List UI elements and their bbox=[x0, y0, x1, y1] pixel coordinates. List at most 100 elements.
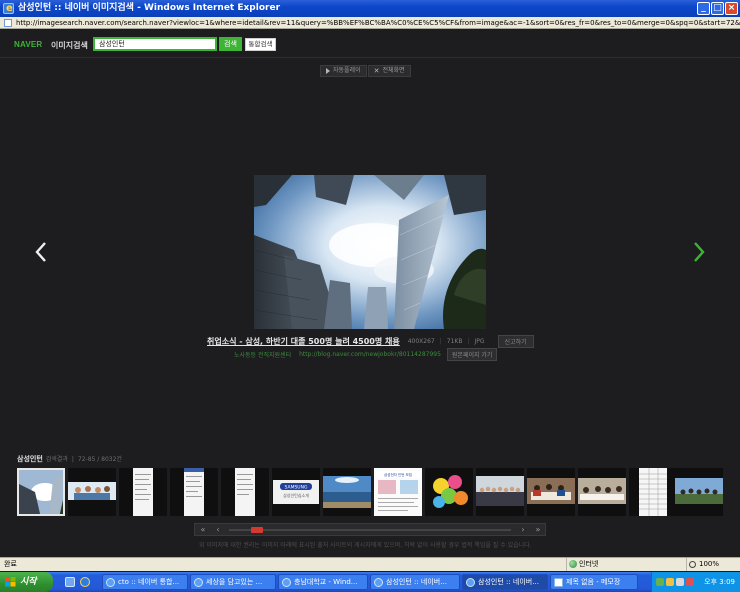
thumbnail-item[interactable] bbox=[629, 468, 677, 516]
browser-window: 삼성인턴 :: 네이버 이미지검색 - Windows Internet Exp… bbox=[0, 0, 740, 592]
viewer-toolbar: 자동플레이 ✕ 전체화면 bbox=[320, 65, 412, 77]
image-source: 노사동등 전직지원센터 http://blog.naver.com/newjob… bbox=[234, 348, 498, 361]
fullscreen-label: 전체화면 bbox=[382, 67, 405, 74]
thumbnail-image: 삼성전자 인턴 모집 bbox=[374, 468, 422, 516]
separator: | bbox=[71, 456, 74, 463]
taskbar-item[interactable]: 제목 없음 - 메모장 bbox=[550, 574, 638, 590]
previous-arrow-icon[interactable] bbox=[34, 240, 48, 264]
ie-icon bbox=[466, 578, 475, 587]
thumbnail-image: SAMSUNG삼성인턴십소개 bbox=[272, 468, 320, 516]
separator: | bbox=[439, 338, 442, 345]
search-button[interactable]: 검색 bbox=[219, 37, 242, 51]
samsung-thumb-caption: 삼성인턴십소개 bbox=[283, 492, 309, 498]
source-url-link[interactable]: http://blog.naver.com/newjobokr/80114287… bbox=[299, 351, 441, 358]
thumbnail-query: 삼성인턴 bbox=[17, 455, 43, 463]
pager-track[interactable] bbox=[229, 529, 511, 531]
thumbnail-item[interactable] bbox=[425, 468, 473, 516]
naver-header: NAVER 이미지검색 삼성인턴 검색 통합검색 bbox=[0, 30, 740, 58]
image-caption: 취업소식 - 삼성, 하반기 대졸 500명 늘려 4500명 채용 400X2… bbox=[207, 335, 534, 348]
image-filesize: 71KB bbox=[446, 338, 463, 345]
clock: 오후 3:09 bbox=[704, 578, 735, 586]
start-label: 시작 bbox=[20, 577, 37, 587]
thumbnail-strip: SAMSUNG 삼성인턴십소개 삼성전자 인턴 모집 bbox=[17, 468, 723, 516]
thumbnail-image bbox=[119, 468, 167, 516]
report-button[interactable]: 신고하기 bbox=[497, 335, 534, 348]
thumbnail-item[interactable] bbox=[119, 468, 167, 516]
thumbnail-item[interactable] bbox=[675, 468, 723, 516]
result-count: 72-85 / 8032건 bbox=[77, 456, 122, 463]
search-input[interactable]: 삼성인턴 bbox=[93, 37, 217, 51]
samsung-sub-caption: 삼성전자 인턴 모집 bbox=[384, 472, 412, 477]
go-original-button[interactable]: 원본페이지 가기 bbox=[446, 348, 498, 361]
taskbar-item-label: 삼성인턴 :: 네이버... bbox=[478, 578, 539, 586]
taskbar-item[interactable]: 세상을 담고있는 ... bbox=[190, 574, 276, 590]
pager-handle[interactable] bbox=[250, 527, 263, 533]
taskbar-item[interactable]: 충남대학교 - Wind... bbox=[278, 574, 368, 590]
page-content: NAVER 이미지검색 삼성인턴 검색 통합검색 자동플레이 ✕ 전체화면 취업… bbox=[0, 30, 740, 557]
thumbnail-item[interactable] bbox=[527, 468, 575, 516]
volume-icon[interactable] bbox=[676, 578, 684, 586]
title-bar: 삼성인턴 :: 네이버 이미지검색 - Windows Internet Exp… bbox=[0, 0, 740, 17]
minimize-button[interactable]: _ bbox=[697, 2, 710, 15]
thumbnail-header: 삼성인턴 검색결과 | 72-85 / 8032건 bbox=[17, 454, 122, 464]
thumbnail-item[interactable]: SAMSUNG 삼성인턴십소개 bbox=[272, 468, 320, 516]
source-name-link[interactable]: 노사동등 전직지원센터 bbox=[234, 350, 291, 359]
system-tray: 오후 3:09 bbox=[651, 572, 740, 592]
thumbnail-item[interactable] bbox=[170, 468, 218, 516]
last-page-icon[interactable]: » bbox=[532, 525, 544, 535]
taskbar-item-label: cto :: 네이버 통합... bbox=[118, 578, 180, 586]
thumbnail-item[interactable] bbox=[323, 468, 371, 516]
ie-icon bbox=[194, 578, 203, 587]
autoplay-label: 자동플레이 bbox=[333, 67, 361, 74]
thumbnail-image bbox=[629, 468, 677, 516]
taskbar-item-active[interactable]: 삼성인턴 :: 네이버... bbox=[462, 574, 548, 590]
close-button[interactable]: × bbox=[725, 2, 738, 15]
next-page-icon[interactable]: › bbox=[517, 525, 529, 535]
security-zone: 인터넷 bbox=[566, 558, 686, 571]
zoom-level: 100% bbox=[699, 560, 720, 568]
thumbnail-pager: « ‹ › » bbox=[194, 523, 546, 536]
prev-page-icon[interactable]: ‹ bbox=[212, 525, 224, 535]
fullscreen-button[interactable]: ✕ 전체화면 bbox=[367, 65, 411, 77]
thumbnail-image bbox=[170, 468, 218, 516]
next-arrow-icon[interactable] bbox=[692, 240, 706, 264]
play-icon bbox=[326, 68, 330, 74]
thumbnail-item[interactable]: 삼성전자 인턴 모집 bbox=[374, 468, 422, 516]
windows-flag-icon bbox=[5, 577, 16, 587]
thumbnail-item[interactable] bbox=[476, 468, 524, 516]
taskbar-item-label: 충남대학교 - Wind... bbox=[294, 578, 358, 586]
image-title-link[interactable]: 취업소식 - 삼성, 하반기 대졸 500명 늘려 4500명 채용 bbox=[207, 336, 400, 347]
zone-label: 인터넷 bbox=[579, 560, 599, 568]
address-bar[interactable]: http://imagesearch.naver.com/search.nave… bbox=[0, 17, 740, 29]
thumbnail-item[interactable] bbox=[578, 468, 626, 516]
thumbnail-image bbox=[578, 468, 626, 516]
all-search-button[interactable]: 통합검색 bbox=[245, 38, 276, 51]
address-url[interactable]: http://imagesearch.naver.com/search.nave… bbox=[16, 19, 740, 27]
network-icon[interactable] bbox=[656, 578, 664, 586]
desktop-icon[interactable] bbox=[65, 577, 75, 587]
taskbar-item[interactable]: cto :: 네이버 통합... bbox=[102, 574, 188, 590]
security-icon[interactable] bbox=[686, 578, 694, 586]
start-button[interactable]: 시작 bbox=[0, 572, 53, 592]
naver-logo[interactable]: NAVER bbox=[14, 40, 42, 49]
taskbar-item[interactable]: 삼성인턴 :: 네이버... bbox=[370, 574, 460, 590]
first-page-icon[interactable]: « bbox=[197, 525, 209, 535]
messenger-icon[interactable] bbox=[666, 578, 674, 586]
thumbnail-item[interactable] bbox=[221, 468, 269, 516]
autoplay-button[interactable]: 자동플레이 bbox=[320, 65, 367, 77]
thumbnail-item[interactable] bbox=[68, 468, 116, 516]
image-filetype: JPG bbox=[474, 338, 485, 345]
maximize-button[interactable]: □ bbox=[711, 2, 724, 15]
window-title: 삼성인턴 :: 네이버 이미지검색 - Windows Internet Exp… bbox=[18, 3, 281, 13]
main-image[interactable] bbox=[254, 175, 486, 329]
ie-icon bbox=[106, 578, 115, 587]
ie-quicklaunch-icon[interactable] bbox=[80, 577, 90, 587]
thumbnail-image bbox=[527, 468, 575, 516]
zoom-control[interactable]: 100% bbox=[686, 558, 719, 571]
thumbnail-item[interactable] bbox=[17, 468, 65, 516]
samsung-logo: SAMSUNG bbox=[285, 485, 308, 491]
notepad-icon bbox=[554, 578, 563, 587]
page-icon bbox=[4, 19, 12, 27]
thumbnail-label: 검색결과 bbox=[45, 456, 68, 463]
section-title[interactable]: 이미지검색 bbox=[51, 40, 88, 51]
